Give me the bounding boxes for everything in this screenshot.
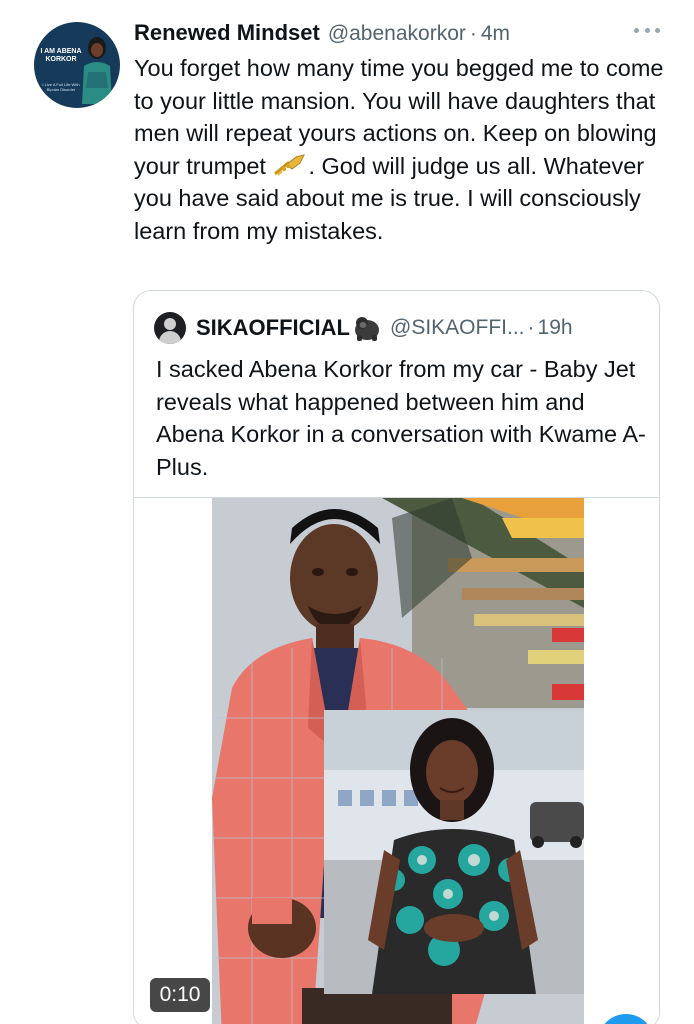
header-separator: · bbox=[469, 22, 477, 45]
tweet-timestamp[interactable]: 4m bbox=[481, 22, 510, 46]
avatar-portrait bbox=[82, 37, 112, 104]
tweet[interactable]: I AM ABENA KORKOR I Live A Full Life Wit… bbox=[0, 0, 694, 1024]
author-display-name[interactable]: Renewed Mindset bbox=[134, 20, 320, 46]
author-avatar[interactable]: I AM ABENA KORKOR I Live A Full Life Wit… bbox=[34, 22, 120, 108]
quoted-tweet-header: SIKAOFFICIAL @SIKAOFFI... · 19h bbox=[154, 312, 644, 344]
avatar-book-title: I AM ABENA KORKOR bbox=[40, 48, 82, 63]
quoted-tweet-card[interactable]: SIKAOFFICIAL @SIKAOFFI... · 19h I sacked… bbox=[133, 290, 660, 1024]
more-horizontal-icon[interactable] bbox=[634, 28, 660, 38]
quoted-author-avatar[interactable] bbox=[154, 312, 186, 344]
quoted-tweet-text: I sacked Abena Korkor from my car - Baby… bbox=[156, 356, 646, 480]
video-thumbnail[interactable] bbox=[212, 498, 584, 1024]
author-handle[interactable]: @abenakorkor bbox=[328, 22, 466, 46]
quoted-tweet-video[interactable]: 0:10 bbox=[134, 497, 659, 1024]
avatar-book-subtitle: I Live A Full Life With Bipolar Disorder bbox=[42, 82, 80, 92]
tweet-header: Renewed Mindset @abenakorkor · 4m bbox=[134, 20, 664, 48]
video-duration-badge: 0:10 bbox=[150, 978, 210, 1012]
gorilla-emoji-icon bbox=[355, 317, 379, 341]
video-inset-photo bbox=[324, 710, 584, 994]
quoted-author-display-name[interactable]: SIKAOFFICIAL bbox=[196, 315, 350, 341]
tweet-text: You forget how many time you begged me t… bbox=[134, 52, 674, 247]
trumpet-emoji-icon bbox=[274, 153, 306, 176]
quoted-author-handle[interactable]: @SIKAOFFI... bbox=[390, 316, 525, 340]
quoted-header-separator: · bbox=[527, 316, 535, 339]
quoted-tweet-timestamp[interactable]: 19h bbox=[538, 316, 573, 340]
